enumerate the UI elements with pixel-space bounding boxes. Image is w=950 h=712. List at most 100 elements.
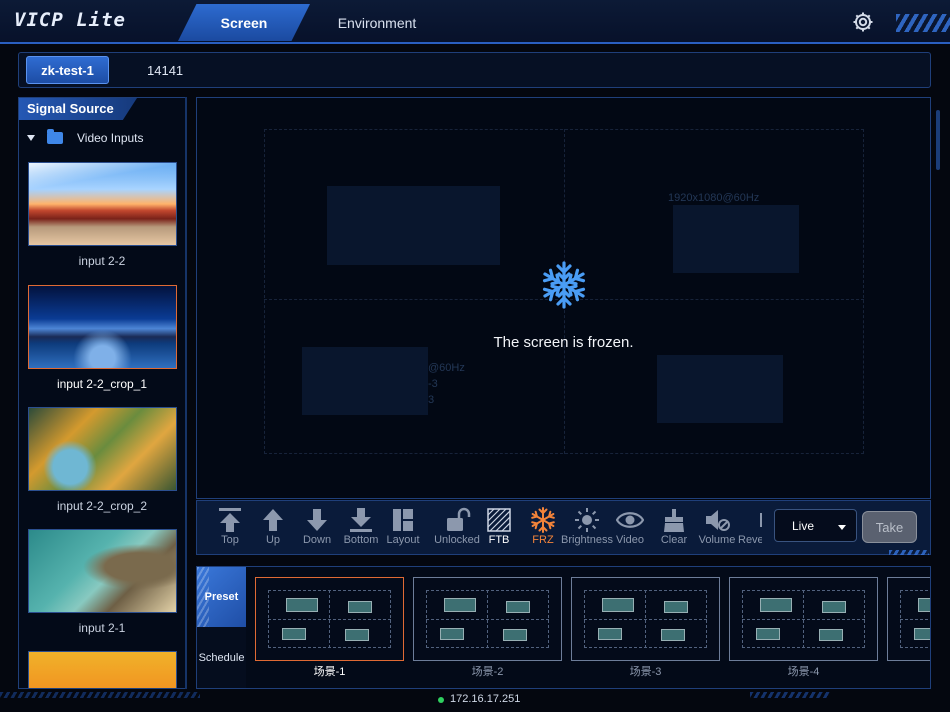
preset-window [661, 629, 685, 641]
chevron-down-icon [838, 525, 846, 530]
preset-window [286, 598, 318, 612]
preset-window [506, 601, 530, 613]
preset-window [602, 598, 634, 612]
preset-window [282, 628, 306, 640]
layer-window[interactable] [657, 355, 783, 423]
move-down-icon [307, 509, 327, 531]
app-logo: VICP Lite [14, 9, 126, 31]
input-thumbnail[interactable] [28, 162, 177, 246]
snowflake-icon [529, 507, 557, 533]
input-thumbnail[interactable] [28, 529, 177, 613]
ftb-icon [487, 508, 511, 532]
preset-window [914, 628, 930, 640]
device-bar: zk-test-1 14141 [18, 52, 931, 88]
preset-card[interactable] [571, 577, 720, 661]
header-divider [0, 42, 950, 44]
preset-grid-line [268, 619, 391, 620]
preset-window [918, 598, 930, 612]
preset-window [756, 628, 780, 640]
preset-window [598, 628, 622, 640]
preset-grid-line [426, 619, 549, 620]
layer-toolbar: Top Up Down Bottom Layout Unlocked FTB F… [196, 500, 931, 555]
caret-down-icon[interactable] [27, 135, 35, 141]
frozen-message: The screen is frozen. [493, 334, 634, 351]
status-bar: 172.16.17.251 [0, 690, 950, 712]
preset-grid-line [900, 619, 930, 620]
preset-panel: Preset Schedule 场景-1 场景-2 场景-3 场景-4 [196, 566, 931, 689]
reverse-icon [760, 513, 762, 527]
input-label: input 2-2 [78, 254, 126, 268]
top-bar: VICP Lite Screen Environment [0, 0, 950, 44]
layer-window[interactable] [673, 205, 799, 273]
unlock-icon [447, 507, 471, 531]
toolbar-decoration [889, 550, 929, 555]
input-thumbnail[interactable] [28, 407, 177, 491]
tab-preset[interactable]: Preset [197, 567, 246, 627]
snowflake-icon [538, 259, 590, 311]
layer-name: 3 [428, 394, 435, 406]
left-scrollbar[interactable] [185, 97, 187, 689]
screen-canvas[interactable]: 1920x1080@60Hz @60Hz -3 3 The screen is … [196, 97, 931, 499]
device-ip: 172.16.17.251 [450, 693, 521, 705]
header-decoration [896, 14, 950, 32]
device-tab-active[interactable]: zk-test-1 [26, 56, 109, 84]
clear-icon [664, 509, 684, 532]
take-button[interactable]: Take [862, 511, 917, 543]
layer-resolution: @60Hz [428, 362, 465, 374]
mode-select[interactable]: Live [774, 509, 857, 542]
gear-icon[interactable] [851, 10, 875, 34]
preset-label: 场景-2 [471, 666, 504, 678]
tab-environment[interactable]: Environment [322, 4, 432, 41]
tool-reverse-button[interactable]: Reve [728, 504, 762, 552]
preset-card[interactable] [413, 577, 562, 661]
layer-window[interactable] [327, 186, 500, 265]
input-thumbnail[interactable] [28, 651, 177, 688]
preset-card[interactable] [255, 577, 404, 661]
preset-card[interactable] [729, 577, 878, 661]
tool-label: Reve [738, 534, 762, 546]
folder-icon [47, 129, 63, 144]
preset-label: 场景-4 [787, 666, 820, 678]
preset-window [345, 629, 369, 641]
device-tab[interactable]: 14141 [147, 63, 183, 78]
input-thumbnail-selected[interactable] [28, 285, 177, 369]
right-scrollbar[interactable] [936, 110, 940, 170]
connection-status-dot [438, 697, 444, 703]
eye-icon [616, 512, 644, 528]
tab-schedule[interactable]: Schedule [197, 627, 246, 688]
layout-icon [393, 509, 413, 531]
preset-grid-line [584, 619, 707, 620]
layer-name: -3 [428, 378, 438, 390]
preset-window [444, 598, 476, 612]
mode-select-value: Live [792, 519, 815, 533]
panel-title: Signal Source [19, 98, 137, 120]
preset-window [348, 601, 372, 613]
folder-video-inputs[interactable]: Video Inputs [27, 129, 144, 147]
move-up-icon [263, 509, 283, 531]
preset-window [819, 629, 843, 641]
tab-screen[interactable]: Screen [178, 4, 310, 41]
preset-window [760, 598, 792, 612]
status-decoration [0, 692, 200, 698]
volume-mute-icon [706, 510, 730, 531]
preset-grid-line [742, 619, 865, 620]
input-label: input 2-1 [78, 621, 126, 635]
layer-window[interactable] [302, 347, 428, 415]
input-label: input 2-2_crop_2 [56, 499, 148, 513]
preset-window [822, 601, 846, 613]
preset-side-tabs: Preset Schedule [197, 567, 246, 688]
preset-label: 场景-1 [313, 666, 346, 678]
preset-window [664, 601, 688, 613]
input-label: input 2-2_crop_1 [56, 377, 148, 391]
tool-label: Layout [386, 534, 420, 546]
layer-resolution: 1920x1080@60Hz [668, 192, 760, 204]
move-bottom-icon [350, 508, 372, 532]
signal-source-panel: Signal Source Video Inputs input 2-2 inp… [18, 97, 186, 689]
status-decoration [750, 692, 830, 698]
preset-card[interactable] [887, 577, 930, 661]
tab-preset-label: Preset [204, 591, 239, 603]
move-top-icon [219, 508, 241, 532]
brightness-icon [575, 508, 599, 532]
preset-label: 场景-3 [629, 666, 662, 678]
tool-layout-button[interactable]: Layout [380, 504, 426, 552]
